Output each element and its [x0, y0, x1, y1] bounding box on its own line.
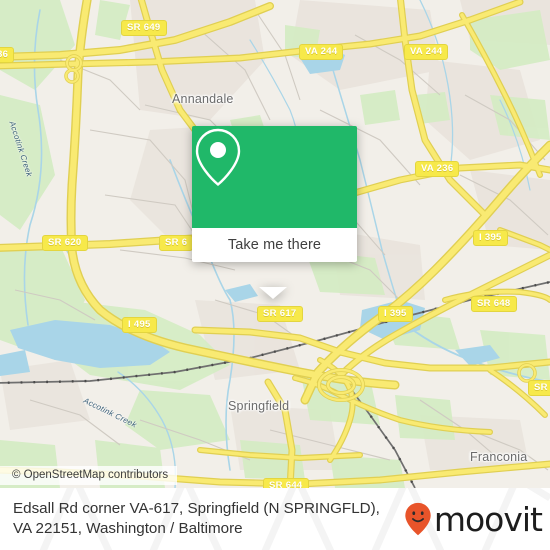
route-shield: SR 644	[263, 478, 309, 488]
moovit-wordmark: moovit	[433, 499, 543, 539]
route-shield: VA 244	[299, 44, 344, 60]
location-address: Edsall Rd corner VA-617, Springfield (N …	[0, 499, 392, 539]
address-line-1: Edsall Rd corner VA-617, Springfield (N …	[13, 500, 380, 517]
moovit-logo[interactable]: moovit	[404, 499, 543, 539]
popup-tail	[259, 287, 287, 299]
map-pin-icon	[195, 128, 241, 187]
route-shield: SR 648	[471, 296, 517, 312]
route-shield: SR 6	[159, 235, 194, 251]
route-shield: I 495	[122, 317, 157, 333]
route-shield: SR 620	[42, 235, 88, 251]
route-shield: VA 244	[404, 44, 449, 60]
popup-action-bar[interactable]: Take me there	[192, 228, 357, 262]
route-shield: SR	[528, 380, 550, 396]
route-shield: I 395	[378, 306, 413, 322]
popup-action-label: Take me there	[227, 237, 322, 253]
route-shield: 86	[0, 47, 15, 63]
route-shield: I 395	[473, 230, 508, 246]
route-shield: VA 236	[415, 161, 460, 177]
address-line-2: VA 22151, Washington / Baltimore	[13, 520, 243, 537]
popup-icon-area	[192, 126, 357, 228]
map-canvas[interactable]: Annandale Springfield Franconia Accotink…	[0, 0, 550, 488]
moovit-pin-icon	[405, 502, 431, 536]
footer-bar: Edsall Rd corner VA-617, Springfield (N …	[0, 488, 550, 550]
route-shield: SR 649	[121, 20, 167, 36]
location-popup[interactable]: Take me there	[192, 126, 357, 299]
map-screenshot: Annandale Springfield Franconia Accotink…	[0, 0, 550, 550]
osm-attribution[interactable]: © OpenStreetMap contributors	[0, 466, 178, 485]
route-shield: SR 617	[257, 306, 303, 322]
